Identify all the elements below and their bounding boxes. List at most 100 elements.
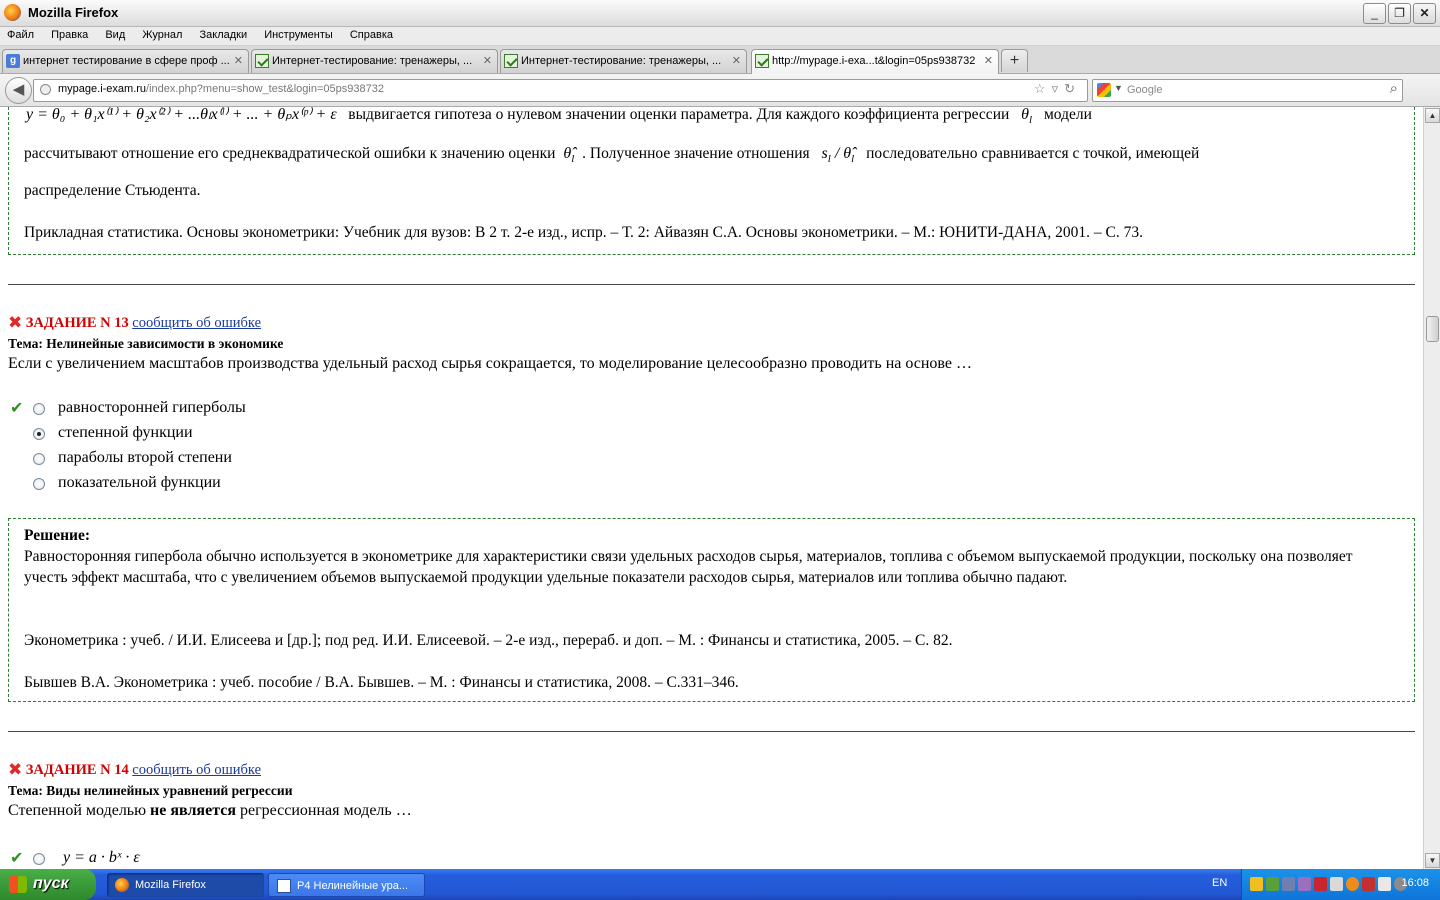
solution-text: последовательно сравнивается с точкой, и… (866, 145, 1200, 162)
tab-google-search[interactable]: g интернет тестирование в сфере проф ...… (2, 49, 249, 73)
word-document-icon (277, 879, 291, 893)
wrong-answer-icon: ✖ (8, 313, 23, 333)
option-label: степенной функции (58, 424, 193, 441)
globe-icon (40, 84, 51, 95)
search-box[interactable]: ▼ Google ⌕ (1092, 79, 1403, 102)
radio-button-selected[interactable] (33, 428, 45, 440)
taskbar-item-word[interactable]: P4 Нелинейные ура... (268, 873, 425, 897)
correct-check-icon: ✔ (10, 398, 24, 417)
tab-label: Интернет-тестирование: тренажеры, ... (521, 55, 722, 67)
solution-text: . Полученное значение отношения (582, 145, 810, 162)
menu-edit[interactable]: Правка (44, 27, 95, 41)
solution-text: рассчитывают отношение его среднеквадрат… (24, 145, 556, 162)
tray-app-icon[interactable] (1362, 877, 1375, 891)
close-tab-icon[interactable]: ✕ (483, 50, 492, 72)
tab-exam-1[interactable]: Интернет-тестирование: тренажеры, ... ✕ (251, 49, 498, 73)
new-tab-button[interactable]: + (1001, 49, 1028, 72)
window-title-bar: Mozilla Firefox _ ❐ ✕ (0, 0, 1440, 27)
exam-site-icon (255, 54, 269, 68)
solution-box-previous: y = θ₀ + θ₁x⁽¹⁾ + θ₂x⁽²⁾ + ...θₗx⁽ˡ⁾ + .… (8, 107, 1415, 255)
menu-bookmarks[interactable]: Закладки (193, 27, 255, 41)
reference-text: Эконометрика : учеб. / И.И. Елисеева и [… (24, 632, 953, 649)
task-topic: Тема: Нелинейные зависимости в экономике (8, 336, 283, 352)
system-tray: 16:08 (1241, 869, 1440, 900)
task-14-header: ✖ ЗАДАНИЕ N 14 сообщить об ошибке (8, 762, 261, 779)
tab-exam-active[interactable]: http://mypage.i-exa...t&login=05ps938732… (751, 49, 999, 74)
solution-text: модели (1043, 107, 1092, 123)
solution-box: Решение: Равносторонняя гипербола обычно… (8, 518, 1415, 702)
solution-text: Равносторонняя гипербола обычно использу… (24, 548, 1353, 586)
tray-app-icon[interactable] (1250, 877, 1263, 891)
report-error-link[interactable]: сообщить об ошибке (132, 315, 261, 331)
menu-tools[interactable]: Инструменты (257, 27, 340, 41)
tray-network-icon[interactable] (1282, 877, 1295, 891)
url-bar[interactable]: mypage.i-exam.ru/index.php?menu=show_tes… (33, 79, 1088, 102)
tab-label: Интернет-тестирование: тренажеры, ... (272, 55, 473, 67)
theta-l-symbol: θl (1021, 107, 1033, 127)
menu-view[interactable]: Вид (98, 27, 132, 41)
taskbar-item-firefox[interactable]: Mozilla Firefox (107, 873, 264, 897)
minimize-button[interactable]: _ (1363, 3, 1386, 24)
reference-text: Бывшев В.А. Эконометрика : учеб. пособие… (24, 674, 739, 691)
scrollbar-thumb[interactable] (1426, 316, 1439, 342)
url-bar-icons: ☆▿↻ (1034, 81, 1081, 97)
question-part: Степенной моделью (8, 802, 147, 819)
start-button[interactable]: пуск (0, 869, 96, 900)
bookmark-star-icon[interactable]: ☆ (1034, 81, 1052, 96)
tab-label: http://mypage.i-exa...t&login=05ps938732 (772, 55, 976, 67)
divider (8, 284, 1415, 285)
scroll-down-button[interactable]: ▼ (1425, 853, 1440, 868)
topic-prefix: Тема: (8, 336, 43, 351)
tray-app-icon[interactable] (1346, 877, 1359, 891)
radio-button[interactable] (33, 478, 45, 490)
task-question: Степенной моделью не является регрессион… (8, 802, 412, 820)
scroll-up-button[interactable]: ▲ (1425, 108, 1440, 123)
window-title: Mozilla Firefox (28, 5, 119, 20)
reload-icon[interactable]: ↻ (1064, 81, 1081, 96)
firefox-logo-icon (4, 4, 21, 21)
close-tab-icon[interactable]: ✕ (732, 50, 741, 72)
google-icon: g (6, 54, 20, 68)
tray-app-icon[interactable] (1298, 877, 1311, 891)
radio-button[interactable] (33, 403, 45, 415)
report-error-link[interactable]: сообщить об ошибке (132, 762, 261, 778)
task-label: ЗАДАНИЕ N 14 (25, 762, 129, 778)
windows-taskbar: пуск Mozilla Firefox P4 Нелинейные ура..… (0, 869, 1440, 900)
tray-app-icon[interactable] (1330, 877, 1343, 891)
close-tab-icon[interactable]: ✕ (234, 50, 243, 72)
regression-formula: y = θ₀ + θ₁x⁽¹⁾ + θ₂x⁽²⁾ + ...θₗx⁽ˡ⁾ + .… (26, 107, 337, 123)
google-icon[interactable] (1097, 83, 1111, 97)
vertical-scrollbar[interactable]: ▲ ▼ (1423, 107, 1440, 869)
navigation-toolbar: ◀ mypage.i-exam.ru/index.php?menu=show_t… (0, 74, 1440, 107)
tab-exam-2[interactable]: Интернет-тестирование: тренажеры, ... ✕ (500, 49, 747, 73)
solution-title: Решение: (24, 527, 91, 544)
volume-icon[interactable] (1378, 877, 1391, 891)
history-dropdown-icon[interactable]: ▿ (1052, 81, 1065, 96)
ratio-symbol: sl / θ̂l (821, 145, 855, 166)
close-window-button[interactable]: ✕ (1413, 3, 1436, 24)
radio-button[interactable] (33, 853, 45, 865)
option-label: параболы второй степени (58, 449, 232, 466)
tray-pdf-icon[interactable] (1314, 877, 1327, 891)
back-button[interactable]: ◀ (5, 77, 32, 104)
menu-history[interactable]: Журнал (135, 27, 189, 41)
menu-file[interactable]: Файл (0, 27, 41, 41)
topic-prefix: Тема: (8, 783, 43, 798)
menu-bar: Файл Правка Вид Журнал Закладки Инструме… (0, 27, 1440, 45)
language-indicator[interactable]: EN (1212, 877, 1227, 889)
search-input[interactable]: Google (1127, 84, 1162, 96)
exam-site-icon (755, 54, 769, 68)
search-icon[interactable]: ⌕ (1390, 80, 1398, 97)
option-formula: y = a · bˣ · ε (63, 849, 140, 866)
theta-hat-symbol: θ̂l (563, 145, 575, 166)
chevron-down-icon[interactable]: ▼ (1114, 83, 1123, 93)
question-part: регрессионная модель … (240, 802, 412, 819)
radio-button[interactable] (33, 453, 45, 465)
tray-app-icon[interactable] (1266, 877, 1279, 891)
close-tab-icon[interactable]: ✕ (984, 50, 993, 72)
option-label: равносторонней гиперболы (58, 399, 246, 416)
restore-button[interactable]: ❐ (1388, 3, 1411, 24)
solution-text: распределение Стьюдента. (24, 182, 201, 199)
menu-help[interactable]: Справка (343, 27, 400, 41)
taskbar-item-label: Mozilla Firefox (135, 879, 206, 891)
